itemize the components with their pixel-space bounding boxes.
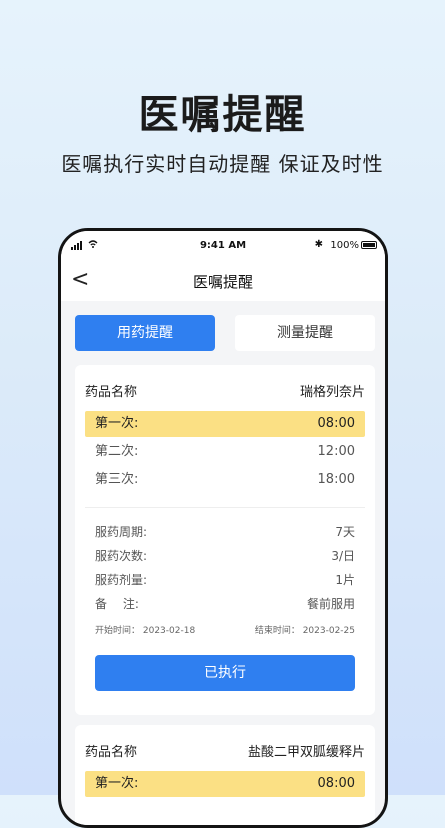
dose-row: 第一次: 08:00 — [85, 771, 365, 797]
dose-time: 12:00 — [317, 444, 355, 459]
phone-frame: 9:41 AM ✱ 100% < 医嘱提醒 用药提醒 测量提醒 药品名称 瑞格列… — [58, 228, 388, 828]
dose-time: 08:00 — [317, 776, 355, 791]
battery-icon — [361, 241, 377, 249]
dose-row: 第二次: 12:00 — [85, 439, 365, 465]
drug-name-label: 药品名称 — [85, 385, 138, 400]
info-value: 餐前服用 — [306, 597, 355, 611]
info-value: 1片 — [335, 573, 355, 587]
dose-label: 第二次: — [95, 444, 139, 459]
start-date: 开始时间： 2023-02-18 — [95, 626, 196, 636]
info-label: 服药周期: — [95, 525, 148, 539]
page-title: 医嘱提醒 — [192, 273, 253, 291]
divider — [85, 507, 365, 508]
status-bar: 9:41 AM ✱ 100% — [61, 231, 385, 261]
medication-card: 药品名称 盐酸二甲双胍缓释片 第一次: 08:00 — [75, 725, 375, 825]
dose-time: 08:00 — [317, 416, 355, 431]
medication-card: 药品名称 瑞格列奈片 第一次: 08:00 第二次: 12:00 第三次: 18… — [75, 365, 375, 715]
info-label: 服药剂量: — [95, 573, 148, 587]
dose-time: 18:00 — [317, 472, 355, 487]
info-label: 备 注: — [95, 597, 139, 611]
dose-row: 第三次: 18:00 — [85, 467, 365, 493]
info-value: 7天 — [335, 525, 355, 539]
hero-subtitle: 医嘱执行实时自动提醒 保证及时性 — [61, 152, 384, 176]
end-date: 结束时间： 2023-02-25 — [254, 626, 355, 636]
drug-name-label: 药品名称 — [85, 745, 138, 760]
drug-name-value: 瑞格列奈片 — [299, 385, 365, 400]
executed-button[interactable]: 已执行 — [95, 655, 355, 691]
dose-label: 第三次: — [95, 472, 139, 487]
battery-percent: 100% — [330, 240, 359, 251]
drug-name-value: 盐酸二甲双胍缓释片 — [247, 745, 365, 760]
nav-bar: < 医嘱提醒 — [61, 261, 385, 301]
dose-row: 第一次: 08:00 — [85, 411, 365, 437]
tab-measurement-reminder[interactable]: 测量提醒 — [235, 315, 375, 351]
info-label: 服药次数: — [95, 549, 148, 563]
info-value: 3/日 — [331, 549, 355, 563]
tab-medication-reminder[interactable]: 用药提醒 — [75, 315, 215, 351]
bluetooth-icon: ✱ — [314, 239, 323, 250]
hero-title: 医嘱提醒 — [138, 92, 307, 138]
dose-label: 第一次: — [95, 416, 139, 431]
dose-label: 第一次: — [95, 776, 139, 791]
